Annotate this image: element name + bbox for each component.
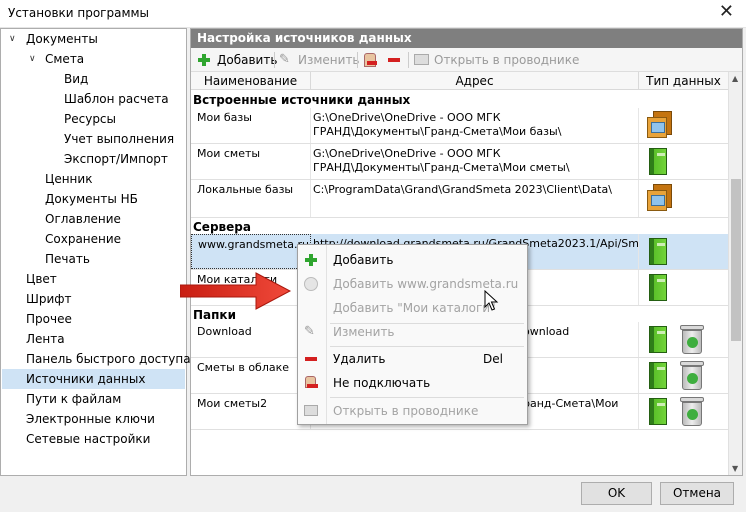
tree-item-estimate[interactable]: ∨ Смета [29,49,84,69]
globe-icon [304,277,318,291]
book-icon [649,148,669,176]
context-menu: Добавить Добавить www.grandsmeta.ru Доба… [297,244,528,425]
tree-item-calc-template[interactable]: Шаблон расчета [64,89,169,109]
toolbar-divider [357,52,358,68]
tree-item-other[interactable]: Прочее [26,309,72,329]
add-icon [197,53,211,67]
recycle-bin-icon [679,361,705,391]
ok-button[interactable]: OK [581,482,652,505]
delete-icon [387,53,401,67]
tree-item-print[interactable]: Печать [45,249,90,269]
pencil-icon: ✎ [304,324,315,339]
add-icon [304,253,318,267]
menu-divider [330,397,524,398]
tree-item-e-keys[interactable]: Электронные ключи [26,409,155,429]
row-address: G:\OneDrive\OneDrive - ООО МГК ГРАНД\Док… [311,108,639,143]
row-name: Мои сметы [191,144,311,179]
chevron-down-icon[interactable]: ∨ [9,29,19,49]
tree-item-file-paths[interactable]: Пути к файлам [26,389,121,409]
recycle-bin-icon [679,325,705,355]
tree-item-export-import[interactable]: Экспорт/Импорт [64,149,168,169]
tree-item-quick-access[interactable]: Панель быстрого доступа [26,349,191,369]
tree-item-execution[interactable]: Учет выполнения [64,129,174,149]
row-name: www.grandsmeta.ru [191,234,311,269]
book-icon [649,362,669,390]
tree-item-data-sources[interactable]: Источники данных [2,369,185,389]
chevron-down-icon[interactable]: ∨ [29,49,39,69]
tree-item-nb-documents[interactable]: Документы НБ [45,189,138,209]
open-explorer-button[interactable]: Открыть в проводнике [414,51,579,69]
book-icon [649,398,669,426]
edit-button[interactable]: ✎ Изменить [279,51,360,69]
row-address: C:\ProgramData\Grand\GrandSmeta 2023\Cli… [311,180,639,217]
pencil-icon: ✎ [279,52,290,67]
menu-item-add[interactable]: Добавить [298,248,527,272]
red-arrow-icon [180,272,292,310]
group-builtin: Встроенные источники данных [193,93,411,107]
close-icon[interactable]: ✕ [719,3,734,21]
menu-item-edit[interactable]: ✎ Изменить [298,320,527,344]
tree-item-view[interactable]: Вид [64,69,88,89]
vertical-scrollbar[interactable]: ▲ ▼ [728,72,742,475]
cancel-button[interactable]: Отмена [660,482,734,505]
scroll-up-icon[interactable]: ▲ [732,74,738,83]
delete-button[interactable] [387,51,403,69]
tree-item-pricer[interactable]: Ценник [45,169,92,189]
book-icon [649,274,669,302]
menu-item-disconnect[interactable]: Не подключать [298,371,527,395]
recycle-bin-icon [679,397,705,427]
database-icon [647,184,673,212]
group-servers: Сервера [193,220,251,234]
folder-icon [414,54,429,65]
toolbar-divider [274,52,275,68]
column-header-name[interactable]: Наименование [191,72,311,90]
panel-title: Настройка источников данных [191,29,742,48]
tree-item-resources[interactable]: Ресурсы [64,109,116,129]
tree-item-ribbon[interactable]: Лента [26,329,65,349]
tree-item-color[interactable]: Цвет [26,269,57,289]
row-name: Мои сметы2 [191,394,311,429]
scroll-down-icon[interactable]: ▼ [732,464,738,473]
database-icon [647,111,673,139]
row-name: Download [191,322,311,357]
disconnect-icon [304,376,318,390]
column-header-type[interactable]: Тип данных [639,72,728,90]
delete-shortcut: Del [483,352,503,366]
folder-icon [304,405,318,416]
row-name: Сметы в облаке [191,358,311,393]
toolbar-divider [408,52,409,68]
delete-icon [304,352,318,366]
tree-item-saving[interactable]: Сохранение [45,229,121,249]
menu-item-delete[interactable]: Удалить Del [298,347,527,371]
table-row[interactable]: Мои базы G:\OneDrive\OneDrive - ООО МГК … [191,108,728,144]
toolbar: Добавить ✎ Изменить Открыть в проводнике [191,48,742,72]
book-icon [649,326,669,354]
tree-item-network[interactable]: Сетевые настройки [26,429,150,449]
scrollbar-thumb[interactable] [731,179,741,341]
mouse-cursor-icon [484,290,499,311]
disconnect-button[interactable] [363,51,379,69]
row-name: Локальные базы [191,180,311,217]
add-button[interactable]: Добавить [197,51,277,69]
tree-item-documents[interactable]: ∨ Документы [9,29,98,49]
settings-tree: ∨ Документы ∨ Смета Вид Шаблон расчета Рес… [0,28,191,476]
table-row[interactable]: Мои сметы G:\OneDrive\OneDrive - ООО МГК… [191,144,728,180]
book-icon [649,238,669,266]
table-row[interactable]: Локальные базы C:\ProgramData\Grand\Gran… [191,180,728,218]
row-address: G:\OneDrive\OneDrive - ООО МГК ГРАНД\Док… [311,144,639,179]
window-title: Установки программы [8,6,150,20]
title-bar: Установки программы ✕ [0,0,746,28]
row-name: Мои базы [191,108,311,143]
tree-item-contents[interactable]: Оглавление [45,209,121,229]
menu-item-open-explorer[interactable]: Открыть в проводнике [298,399,527,423]
column-header-address[interactable]: Адрес [311,72,639,90]
tree-item-font[interactable]: Шрифт [26,289,72,309]
